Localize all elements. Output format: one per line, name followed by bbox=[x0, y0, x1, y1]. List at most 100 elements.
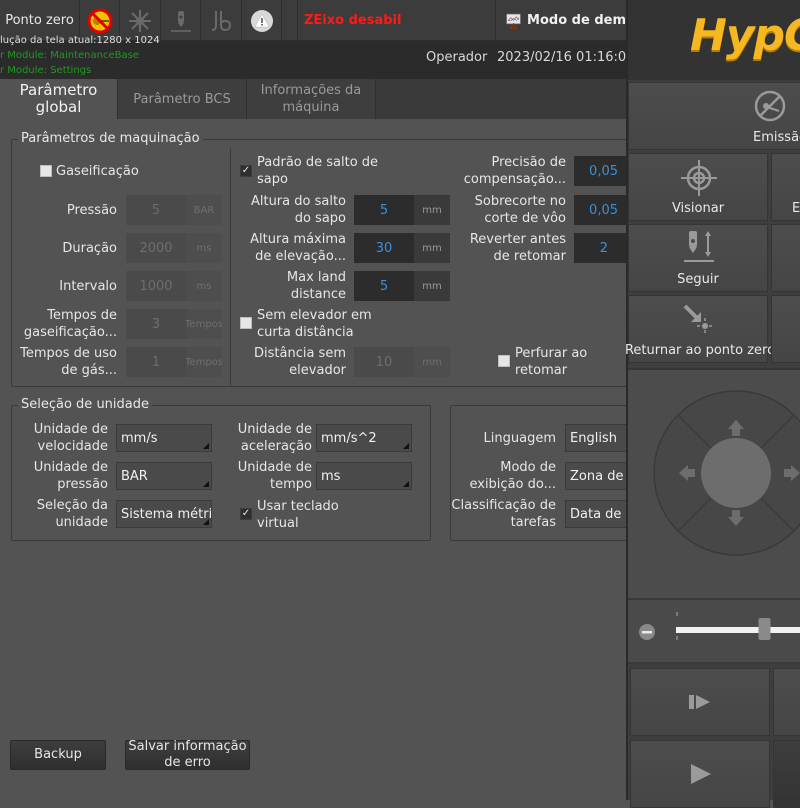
speed-slider[interactable] bbox=[628, 600, 800, 666]
task-sort-value: Data de g bbox=[570, 506, 634, 522]
start-button[interactable] bbox=[630, 740, 770, 808]
operator-label: Operador bbox=[426, 50, 488, 65]
tab-global-parameters[interactable]: Parâmetro global bbox=[0, 79, 118, 119]
pressure-unit-select[interactable]: BAR bbox=[116, 462, 212, 490]
task-sort-select[interactable]: Data de g bbox=[565, 500, 635, 528]
side-button[interactable] bbox=[771, 224, 800, 292]
acceleration-unit-label: Unidade de aceleração bbox=[237, 422, 312, 454]
demo-mode-button[interactable]: Modo de dem bbox=[496, 0, 626, 41]
max-lift-height-value[interactable]: 30 bbox=[354, 233, 414, 263]
play-icon bbox=[691, 764, 711, 784]
no-lift-distance-field[interactable]: 10 mm bbox=[354, 347, 450, 377]
visionar-button[interactable]: Visionar bbox=[628, 153, 768, 221]
right-control-panel: HypC Emissão Visionar E bbox=[625, 0, 800, 808]
save-error-info-button[interactable]: Salvar informação de erro bbox=[125, 739, 250, 770]
toolbar-spacer bbox=[282, 0, 298, 41]
acceleration-unit-select[interactable]: mm/s^2 bbox=[316, 424, 412, 452]
seguir-button[interactable]: Seguir bbox=[628, 224, 768, 292]
datetime: 2023/02/16 01:16:05 bbox=[497, 50, 635, 65]
side-button[interactable] bbox=[773, 740, 800, 808]
tab-label: Parâmetro global bbox=[19, 81, 98, 116]
tab-bcs-parameters[interactable]: Parâmetro BCS bbox=[118, 79, 247, 119]
display-mode-select[interactable]: Zona de bbox=[565, 462, 635, 490]
pressure-value[interactable]: 5 bbox=[126, 195, 186, 225]
jump-height-field[interactable]: 5 mm bbox=[354, 195, 450, 225]
frog-jump-label: Padrão de salto de sapo bbox=[257, 155, 379, 187]
warning-icon bbox=[250, 9, 273, 32]
pressure-unit-value: BAR bbox=[121, 468, 148, 484]
unit-system-value: Sistema métri bbox=[121, 506, 212, 522]
reverse-before-resume-field[interactable]: 2 bbox=[574, 233, 626, 263]
pressure-unit-label: Unidade de pressão bbox=[33, 460, 108, 492]
logo-text: HypC bbox=[690, 10, 800, 61]
max-land-distance-value[interactable]: 5 bbox=[354, 271, 414, 301]
gasification-times-unit: Tempos bbox=[186, 309, 222, 339]
gasification-label: Gaseificação bbox=[56, 164, 139, 179]
slider-thumb[interactable] bbox=[758, 618, 771, 640]
max-land-distance-field[interactable]: 5 mm bbox=[354, 271, 450, 301]
jb-logo-button[interactable] bbox=[201, 0, 242, 41]
flying-cut-overcut-value[interactable]: 0,05 bbox=[574, 195, 626, 225]
jump-height-unit: mm bbox=[414, 195, 450, 225]
no-lift-checkbox[interactable] bbox=[240, 317, 252, 329]
interval-unit: ms bbox=[186, 271, 222, 301]
frog-jump-checkbox[interactable]: ✓ bbox=[240, 165, 252, 177]
return-to-zero-button[interactable]: Returnar ao ponto zero bbox=[625, 295, 775, 363]
virtual-keyboard-checkbox[interactable]: ✓ bbox=[240, 508, 252, 520]
flying-cut-overcut-field[interactable]: 0,05 bbox=[574, 195, 626, 225]
acceleration-unit-value: mm/s^2 bbox=[321, 430, 377, 446]
reverse-before-resume-value[interactable]: 2 bbox=[574, 233, 626, 263]
step-run-button[interactable] bbox=[630, 668, 770, 736]
crosshair-target-icon bbox=[681, 160, 717, 196]
emission-button[interactable]: Emissão bbox=[628, 82, 800, 150]
backup-label: Backup bbox=[34, 747, 82, 762]
no-lift-distance-value[interactable]: 10 bbox=[354, 347, 414, 377]
side-button[interactable] bbox=[773, 668, 800, 736]
duration-label: Duração bbox=[62, 241, 117, 256]
laser-burst-icon bbox=[129, 9, 151, 32]
gasification-times-field[interactable]: 3 Tempos bbox=[126, 309, 222, 339]
time-unit-select[interactable]: ms bbox=[316, 462, 412, 490]
gasification-times-value[interactable]: 3 bbox=[126, 309, 186, 339]
compensation-precision-field[interactable]: 0,05 bbox=[574, 156, 626, 186]
compensation-precision-value[interactable]: 0,05 bbox=[574, 156, 626, 186]
partial-button[interactable]: E bbox=[771, 153, 800, 221]
duration-field[interactable]: 2000 ms bbox=[126, 233, 222, 263]
pierce-on-resume-checkbox[interactable] bbox=[498, 355, 510, 367]
gasification-checkbox[interactable] bbox=[40, 165, 52, 177]
warning-button[interactable] bbox=[242, 0, 282, 41]
time-unit-label: Unidade de tempo bbox=[237, 460, 312, 492]
language-select[interactable]: English bbox=[565, 424, 635, 452]
side-button[interactable] bbox=[771, 295, 800, 363]
log-line: lução da tela atual:1280 x 1024 bbox=[0, 35, 160, 46]
jump-height-label: Altura do salto do sapo bbox=[250, 194, 346, 226]
gas-usage-times-field[interactable]: 1 Tempos bbox=[126, 347, 222, 377]
tab-machine-info[interactable]: Informações da máquina bbox=[247, 79, 376, 119]
backup-button[interactable]: Backup bbox=[10, 740, 106, 770]
max-lift-height-field[interactable]: 30 mm bbox=[354, 233, 450, 263]
log-line: r Module: MaintenanceBase bbox=[0, 50, 139, 61]
gas-usage-times-unit: Tempos bbox=[186, 347, 222, 377]
unit-system-label: Seleção da unidade bbox=[36, 498, 108, 530]
cutting-head-button[interactable] bbox=[161, 0, 201, 41]
speed-unit-select[interactable]: mm/s bbox=[116, 424, 212, 452]
tab-label: Parâmetro BCS bbox=[133, 91, 231, 107]
duration-value[interactable]: 2000 bbox=[126, 233, 186, 263]
jog-center-button[interactable] bbox=[701, 438, 771, 508]
unit-system-select[interactable]: Sistema métri bbox=[116, 500, 212, 528]
interval-field[interactable]: 1000 ms bbox=[126, 271, 222, 301]
pressure-field[interactable]: 5 BAR bbox=[126, 195, 222, 225]
gas-usage-times-label: Tempos de uso de gás... bbox=[20, 346, 117, 378]
time-unit-value: ms bbox=[321, 468, 341, 484]
jog-pad bbox=[628, 370, 800, 600]
display-mode-label: Modo de exibição do... bbox=[469, 460, 556, 492]
chart-presentation-icon bbox=[506, 13, 521, 29]
demo-mode-label: Modo de dem bbox=[527, 13, 626, 28]
interval-value[interactable]: 1000 bbox=[126, 271, 186, 301]
pressure-unit: BAR bbox=[186, 195, 222, 225]
max-lift-height-unit: mm bbox=[414, 233, 450, 263]
jump-height-value[interactable]: 5 bbox=[354, 195, 414, 225]
gas-usage-times-value[interactable]: 1 bbox=[126, 347, 186, 377]
z-axis-status: ZEixo desabil bbox=[298, 0, 496, 41]
speed-slider-panel bbox=[628, 598, 800, 664]
